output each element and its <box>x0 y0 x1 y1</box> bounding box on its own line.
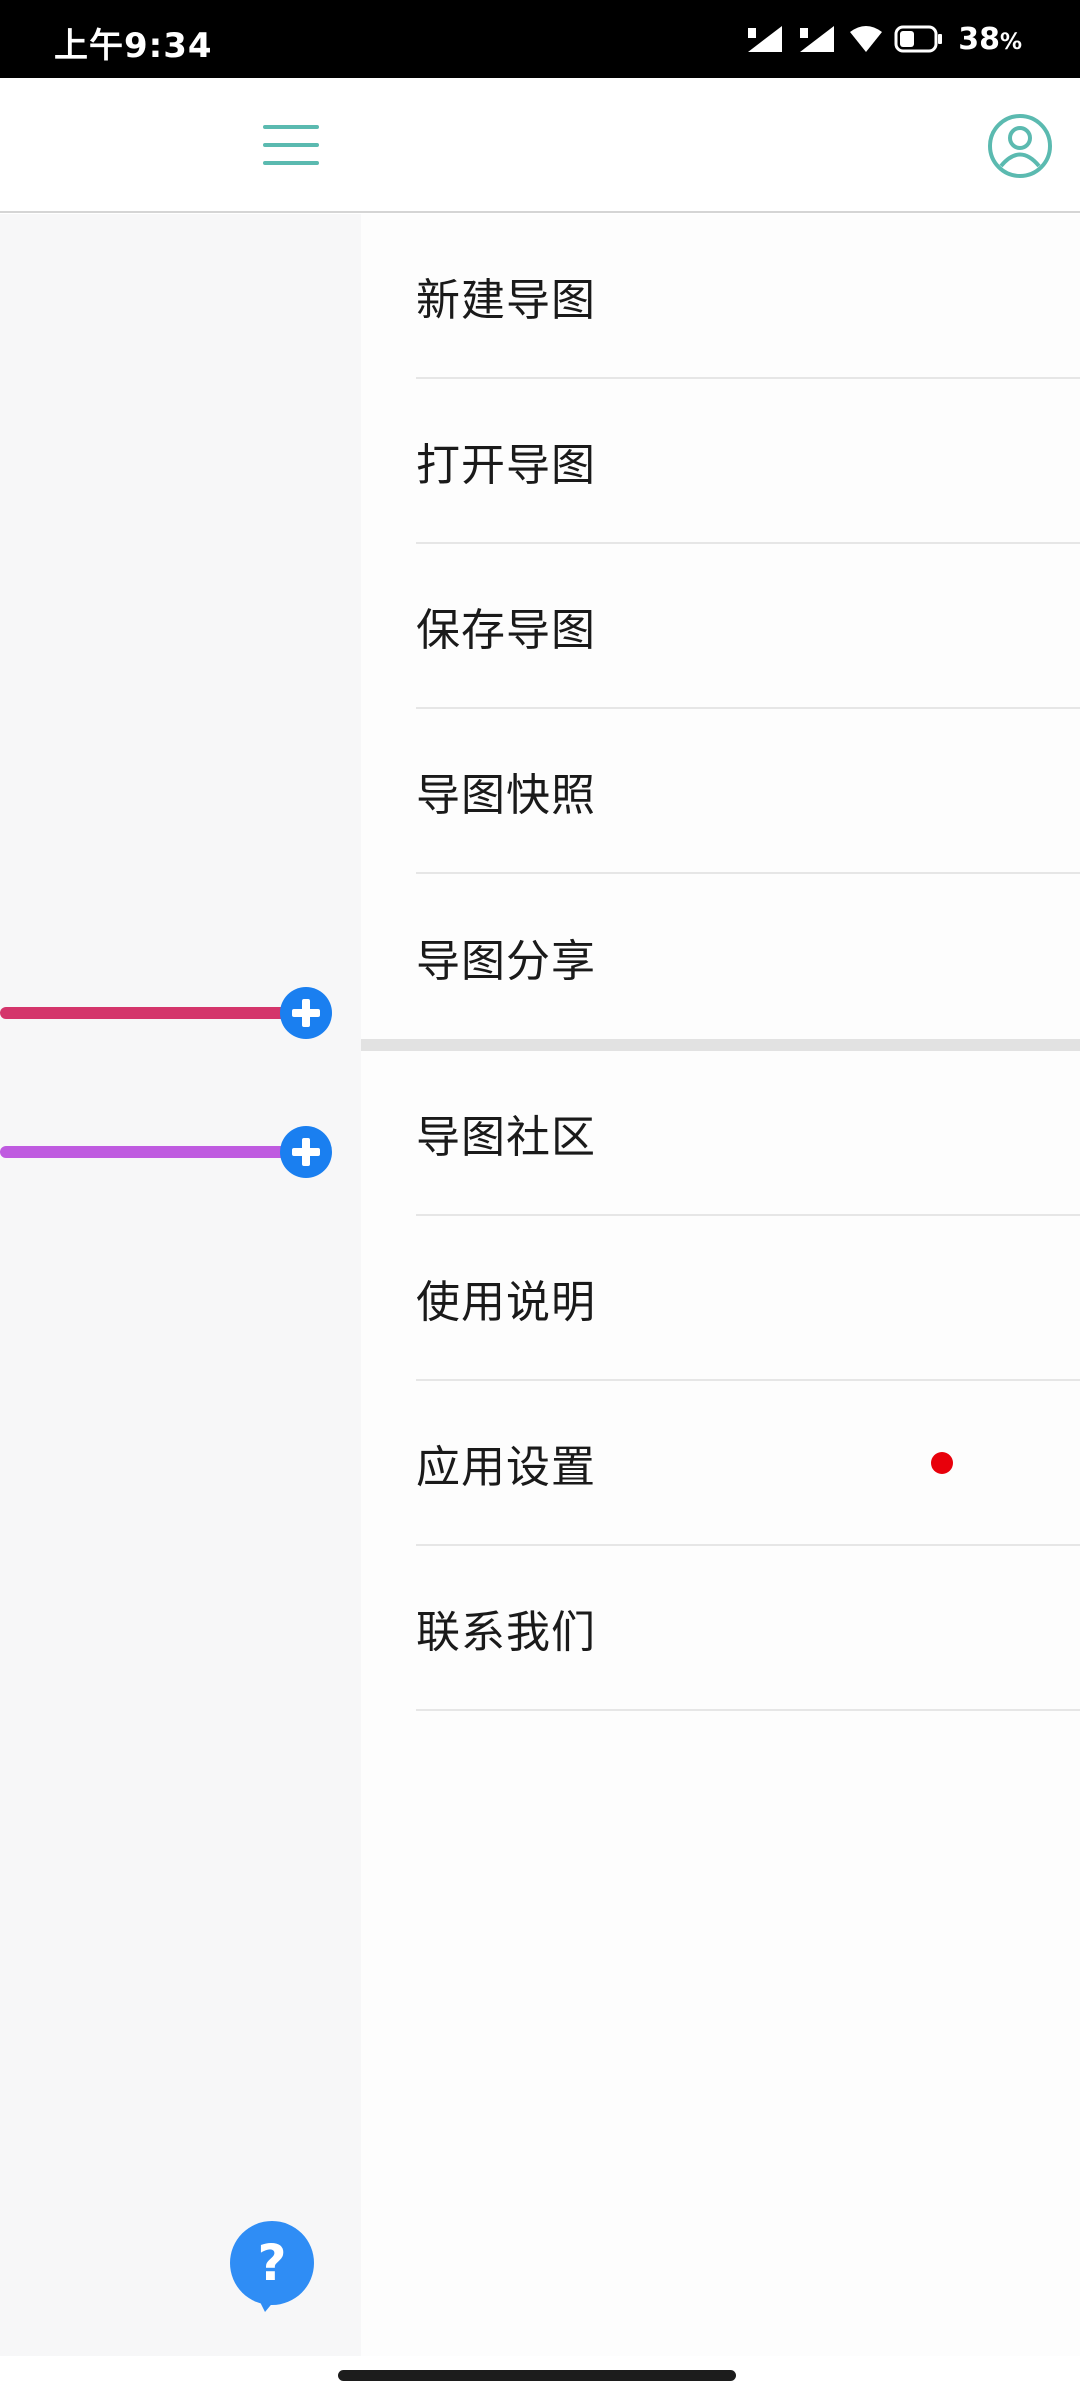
add-node-icon <box>280 1126 332 1178</box>
menu-item-new-mindmap[interactable]: 新建导图 <box>416 214 1080 379</box>
menu-item-label: 应用设置 <box>416 1441 596 1493</box>
menu-item-label: 导图快照 <box>416 769 596 821</box>
add-node-button[interactable] <box>279 986 333 1040</box>
section-divider <box>361 1039 1080 1051</box>
gesture-bar <box>0 2356 1080 2400</box>
menu-item-label: 打开导图 <box>416 439 596 491</box>
menu-item-label: 新建导图 <box>416 274 596 326</box>
status-bar: 上午9:34 38% <box>0 0 1080 78</box>
notification-dot <box>931 1451 953 1474</box>
menu-item-contact-us[interactable]: 联系我们 <box>416 1546 1080 1711</box>
signal-1-icon <box>748 26 783 52</box>
home-indicator[interactable] <box>338 2370 736 2381</box>
svg-text:?: ? <box>257 2234 286 2292</box>
menu-item-settings[interactable]: 应用设置 <box>416 1381 1080 1546</box>
help-question-icon: ? <box>230 2221 314 2312</box>
menu-item-save-mindmap[interactable]: 保存导图 <box>416 544 1080 709</box>
mindmap-branch[interactable] <box>0 1146 290 1158</box>
add-node-button[interactable] <box>279 1125 333 1179</box>
hamburger-menu-icon <box>263 125 319 165</box>
menu-item-label: 联系我们 <box>416 1606 596 1658</box>
side-drawer: 新建导图 打开导图 保存导图 导图快照 导图分享 导图社区 使用说明 应用设置 … <box>361 214 1080 2356</box>
menu-item-label: 保存导图 <box>416 604 596 656</box>
app-header <box>0 78 1080 213</box>
status-icons: 38% <box>744 16 1022 62</box>
menu-item-share-mindmap[interactable]: 导图分享 <box>416 874 1080 1039</box>
mindmap-branch[interactable] <box>0 1007 290 1019</box>
menu-button[interactable] <box>255 115 327 175</box>
wifi-icon <box>850 26 883 52</box>
profile-button[interactable] <box>985 111 1055 181</box>
add-node-icon <box>280 987 332 1039</box>
menu-item-instructions[interactable]: 使用说明 <box>416 1216 1080 1381</box>
menu-item-label: 导图社区 <box>416 1111 596 1163</box>
menu-item-community[interactable]: 导图社区 <box>416 1051 1080 1216</box>
signal-2-icon <box>800 26 835 52</box>
help-button[interactable]: ? <box>229 2220 315 2312</box>
menu-item-label: 使用说明 <box>416 1276 596 1328</box>
battery-percent: 38% <box>958 21 1022 57</box>
battery-icon <box>894 25 943 53</box>
menu-item-mindmap-snapshot[interactable]: 导图快照 <box>416 709 1080 874</box>
menu-item-open-mindmap[interactable]: 打开导图 <box>416 379 1080 544</box>
mindmap-canvas[interactable]: ? <box>0 214 361 2356</box>
user-profile-icon <box>988 114 1052 178</box>
menu-item-label: 导图分享 <box>416 935 596 987</box>
status-time: 上午9:34 <box>54 26 213 66</box>
